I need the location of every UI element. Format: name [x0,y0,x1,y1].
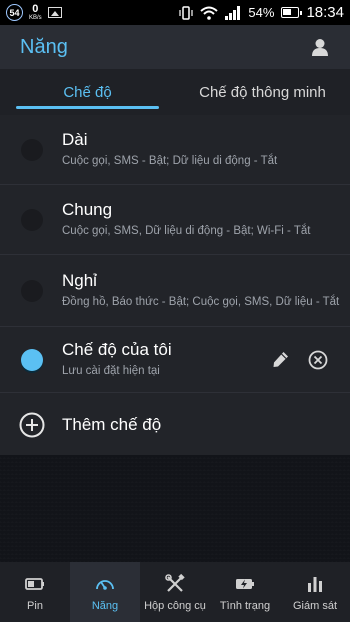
empty-background [0,455,350,562]
nav-item-status[interactable]: Tình trạng [210,562,280,622]
nav-label: Giám sát [292,599,337,612]
mode-item-mine[interactable]: Chế độ của tôi Lưu cài đặt hiện tại [0,327,350,393]
network-speed-unit: KB/s [29,15,42,21]
network-speed-value: 0 [32,3,39,15]
status-bar: 54 0 KB/s 54% 18:34 [0,0,350,25]
battery-status-icon [281,7,303,18]
signal-icon [225,5,241,20]
battery-charging-icon [236,578,254,589]
clock: 18:34 [306,4,344,21]
mode-radio[interactable] [21,279,43,302]
vibrate-icon [179,5,194,20]
screen: 54 0 KB/s 54% 18:34 Năng Chế độ Chế độ t… [0,0,350,622]
mode-description: Đồng hồ, Báo thức - Bật; Cuộc gọi, SMS, … [62,295,340,308]
mode-name: Nghỉ [62,270,97,290]
mode-radio-selected[interactable] [21,348,43,371]
add-mode-button[interactable]: Thêm chế độ [0,393,350,457]
delete-icon[interactable] [308,350,328,370]
tools-icon [165,573,185,592]
gauge-icon [96,579,114,590]
nav-label: Pin [27,599,43,612]
nav-item-battery[interactable]: Pin [0,562,70,622]
image-icon [47,7,62,18]
mode-item-sleep[interactable]: Nghỉ Đồng hồ, Báo thức - Bật; Cuộc gọi, … [0,255,350,327]
notification-badge: 54 [6,4,23,21]
network-speed: 0 KB/s [29,3,42,22]
mode-radio[interactable] [21,138,43,161]
tab-smart-modes[interactable]: Chế độ thông minh [175,69,350,115]
mode-item-general[interactable]: Chung Cuộc gọi, SMS, Dữ liệu di động - B… [0,185,350,255]
nav-label: Tình trạng [219,599,271,612]
add-mode-label: Thêm chế độ [62,415,162,434]
nav-item-monitor[interactable]: Giám sát [280,562,350,622]
tab-bar: Chế độ Chế độ thông minh [0,69,350,115]
mode-list: Dài Cuộc gọi, SMS - Bật; Dữ liệu di động… [0,115,350,455]
tab-modes[interactable]: Chế độ [0,69,175,115]
app-bar: Năng [0,25,350,69]
nav-label: Năng [91,599,119,612]
battery-icon [25,577,44,590]
add-icon [19,412,45,438]
mode-radio[interactable] [21,208,43,231]
bottom-nav: Pin Năng Hộp công cụ Tình trạng Giám sát [0,562,350,622]
mode-name: Chung [62,199,113,219]
mode-name: Dài [62,129,88,149]
nav-label: Hộp công cụ [144,599,206,612]
nav-item-power[interactable]: Năng [70,562,140,622]
wifi-icon [200,6,219,20]
profile-icon[interactable] [310,37,330,57]
bar-chart-icon [308,576,322,592]
mode-item-long[interactable]: Dài Cuộc gọi, SMS - Bật; Dữ liệu di động… [0,115,350,185]
app-title: Năng [20,35,68,58]
mode-description: Cuộc gọi, SMS - Bật; Dữ liệu di động - T… [62,154,278,167]
mode-description: Cuộc gọi, SMS, Dữ liệu di động - Bật; Wi… [62,224,311,237]
nav-item-toolbox[interactable]: Hộp công cụ [140,562,210,622]
battery-percentage: 54% [248,5,275,20]
edit-icon[interactable] [270,350,290,370]
